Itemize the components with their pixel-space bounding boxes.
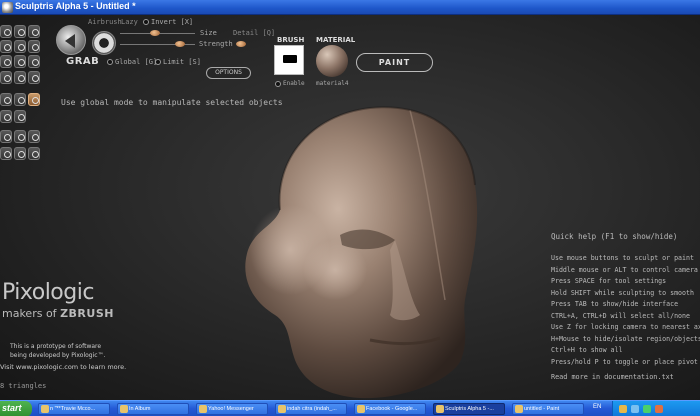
quick-help-item: Use Z for locking camera to nearest axis (551, 323, 700, 331)
material-preview[interactable] (316, 45, 348, 77)
zbrush-logo: ZBRUSH (60, 307, 114, 320)
messenger-icon (199, 405, 207, 413)
tool-button[interactable] (28, 71, 40, 84)
tool-button[interactable] (0, 147, 12, 160)
quick-help-title: Quick help (F1 to show/hide) (551, 232, 678, 241)
sculptris-icon (436, 405, 444, 413)
taskbar-item[interactable]: Yahoo! Messenger (196, 403, 268, 415)
quick-help-item: Press/hold P to toggle or place pivot (551, 357, 698, 366)
size-slider-knob[interactable] (150, 30, 160, 36)
tool-button[interactable] (14, 93, 26, 106)
tool-button[interactable] (28, 130, 40, 143)
tool-button[interactable] (0, 93, 12, 106)
tagline: makers of ZBRUSH (2, 307, 114, 320)
tool-button[interactable] (14, 130, 26, 143)
app-icon (2, 2, 13, 13)
quick-help-item: H+Mouse to hide/isolate region/objects (551, 334, 700, 343)
brush-dial-icon[interactable] (92, 31, 116, 55)
start-button[interactable]: start (0, 401, 32, 416)
prototype-line-1: This is a prototype of software (10, 343, 102, 350)
airbrush-label[interactable]: Airbrush (88, 18, 122, 26)
global-radio[interactable] (107, 59, 113, 65)
tray-icon[interactable] (631, 405, 639, 413)
tool-button[interactable] (14, 71, 26, 84)
enable-label: Enable (283, 80, 305, 87)
tool-button[interactable] (14, 147, 26, 160)
quick-help-item: Hold SHIFT while sculpting to smooth (551, 288, 694, 297)
tool-button[interactable] (28, 40, 40, 53)
invert-label: Invert [X] (151, 18, 194, 26)
tool-button[interactable] (14, 25, 26, 38)
sculpted-head-model[interactable] (220, 100, 500, 400)
sculpt-viewport[interactable]: GRAB Airbrush Lazy Invert [X] Size Stren… (0, 15, 700, 400)
taskbar-item[interactable]: In Album (117, 403, 189, 415)
paint-button[interactable]: PAINT (356, 53, 433, 72)
tray-icon[interactable] (643, 405, 651, 413)
tray-icon[interactable] (619, 405, 627, 413)
prototype-notice: This is a prototype of software being de… (10, 342, 105, 360)
detail-slider-knob[interactable] (236, 41, 246, 47)
tagline-prefix: makers of (2, 307, 61, 320)
brush-preview[interactable] (274, 45, 304, 75)
tool-button[interactable] (28, 55, 40, 68)
brush-enable-radio[interactable] (275, 81, 281, 87)
folder-icon (120, 405, 128, 413)
invert-radio[interactable] (143, 19, 149, 25)
grab-tool-icon[interactable] (56, 25, 86, 55)
paint-icon (515, 405, 523, 413)
documentation-hint: Read more in documentation.txt (551, 373, 674, 381)
tool-button[interactable] (0, 40, 12, 53)
tray-icon[interactable] (655, 405, 663, 413)
taskbar-item-active[interactable]: Sculptris Alpha 5 -... (433, 403, 505, 415)
triangle-count: 8 triangles (0, 382, 47, 390)
pixologic-logo: Pixologic (2, 280, 94, 305)
tool-button[interactable] (14, 55, 26, 68)
browser-icon (357, 405, 365, 413)
language-indicator[interactable]: EN (593, 404, 601, 410)
strength-slider-knob[interactable] (175, 41, 185, 47)
tool-button[interactable] (28, 25, 40, 38)
material-heading: MATERIAL (316, 36, 356, 44)
tool-button[interactable] (14, 110, 26, 123)
quick-help-item: CTRL+A, CTRL+D will select all/none (551, 311, 690, 320)
strength-label: Strength (199, 40, 233, 48)
options-button[interactable]: OPTIONS (206, 67, 251, 79)
tool-button[interactable] (0, 25, 12, 38)
chat-icon (278, 405, 286, 413)
tool-button[interactable] (14, 40, 26, 53)
global-label: Global [G] (115, 58, 158, 66)
current-tool-label: GRAB (66, 56, 100, 67)
tool-button[interactable] (0, 130, 12, 143)
quick-help-item: Press TAB to show/hide interface (551, 300, 679, 308)
windows-taskbar: start n "**Travie Mcco... In Album Yahoo… (0, 400, 700, 416)
taskbar-item[interactable]: n "**Travie Mcco... (38, 403, 110, 415)
limit-label: Limit [S] (163, 58, 201, 66)
tool-button[interactable] (0, 55, 12, 68)
size-label: Size (200, 29, 217, 37)
detail-label: Detail [Q] (233, 29, 276, 37)
quick-help-item: Use mouse buttons to sculpt or paint (551, 254, 694, 262)
quick-help-item: Ctrl+H to show all (551, 346, 623, 354)
quick-help-list: Use mouse buttons to sculpt or paint Mid… (551, 253, 700, 368)
prototype-line-2: being developed by Pixologic™. (10, 352, 106, 359)
tool-button[interactable] (28, 147, 40, 160)
material-name: material4 (316, 80, 349, 87)
taskbar-item[interactable]: untitled - Paint (512, 403, 584, 415)
visit-link[interactable]: Visit www.pixologic.com to learn more. (0, 363, 126, 371)
brush-stroke-icon (283, 55, 297, 63)
window-title: Sculptris Alpha 5 - Untitled * (15, 1, 136, 11)
limit-radio[interactable] (155, 59, 161, 65)
taskbar-item[interactable]: Facebook - Google... (354, 403, 426, 415)
grab-tool-button[interactable] (28, 93, 40, 106)
tool-button[interactable] (0, 110, 12, 123)
quick-help-item: Middle mouse or ALT to control camera (551, 265, 698, 274)
taskbar-item[interactable]: indah citra (indah_... (275, 403, 347, 415)
system-tray (612, 401, 700, 416)
app-icon (41, 405, 49, 413)
quick-help-item: Press SPACE for tool settings (551, 277, 667, 285)
brush-heading: BRUSH (277, 36, 305, 44)
title-bar: Sculptris Alpha 5 - Untitled * (0, 0, 700, 15)
tool-button[interactable] (0, 71, 12, 84)
lazy-label[interactable]: Lazy (121, 18, 138, 26)
